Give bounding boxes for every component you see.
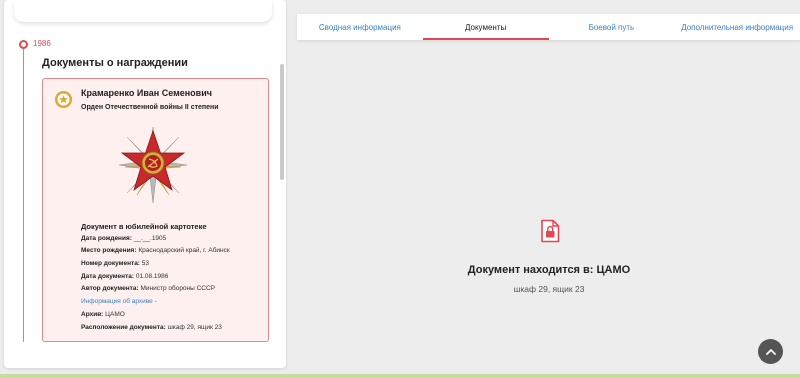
archive-info-link-label[interactable]: Информация об архиве: [81, 298, 153, 305]
document-location-title: Документ находится в: ЦАМО: [467, 264, 631, 276]
field-label: Расположение документа:: [81, 324, 166, 331]
person-name: Крамаренко Иван Семенович: [81, 88, 212, 98]
field-value: шкаф 29, ящик 23: [167, 324, 222, 331]
order-star-medal: [118, 126, 188, 204]
award-card[interactable]: Крамаренко Иван Семенович Орден Отечеств…: [42, 78, 269, 342]
field-doc-number: Номер документа: 53: [81, 260, 149, 267]
field-birth-date: Дата рождения: __.__.1905: [81, 235, 166, 242]
field-value: 01.08.1986: [135, 273, 169, 280]
tab-bar: Сводная информация Документы Боевой путь…: [297, 14, 800, 40]
chevron-up-icon: [765, 349, 776, 355]
award-badge-icon: [54, 90, 73, 109]
timeline-dot: [19, 40, 28, 49]
field-birth-place: Место рождения: Краснодарский край, г. А…: [81, 247, 230, 254]
archive-info-link[interactable]: Информация об архиве -: [81, 298, 157, 305]
locked-document-icon: [541, 219, 560, 243]
previous-card-edge: [14, 0, 272, 22]
tab-summary[interactable]: Сводная информация: [297, 14, 423, 40]
scroll-to-top-button[interactable]: [758, 339, 783, 364]
tab-documents[interactable]: Документы: [422, 14, 549, 40]
field-label: Архив:: [81, 311, 104, 318]
tab-additional-info[interactable]: Дополнительная информация: [674, 14, 800, 40]
field-doc-author: Автор документа: Министр обороны СССР: [81, 285, 215, 292]
document-title: Документ в юбилейной картотеке: [81, 222, 207, 231]
field-value: Краснодарский край, г. Абинск: [138, 247, 230, 254]
field-doc-date: Дата документа: 01.08.1986: [81, 273, 168, 280]
field-label: Место рождения:: [81, 247, 137, 254]
field-label: Дата рождения:: [81, 235, 132, 242]
footer-strip: [0, 374, 800, 378]
award-name: Орден Отечественной войны II степени: [81, 104, 219, 111]
timeline-line: [23, 46, 24, 342]
field-label: Номер документа:: [81, 260, 140, 267]
field-doc-location: Расположение документа: шкаф 29, ящик 23: [81, 324, 222, 331]
field-value: __.__.1905: [133, 235, 167, 242]
timeline-year: 1986: [33, 39, 51, 48]
field-value: ЦАМО: [105, 311, 125, 318]
field-archive: Архив: ЦАМО: [81, 311, 125, 318]
field-value: Министр обороны СССР: [140, 285, 216, 292]
tab-combat-path[interactable]: Боевой путь: [549, 14, 675, 40]
field-value: 53: [141, 260, 150, 267]
left-panel: 1986 Документы о награждении Крамаренко …: [4, 0, 286, 368]
section-title: Документы о награждении: [42, 57, 188, 69]
scrollbar-thumb[interactable]: [280, 64, 284, 180]
document-shelf: шкаф 29, ящик 23: [513, 284, 585, 294]
field-label: Дата документа:: [81, 273, 135, 280]
field-label: Автор документа:: [81, 285, 139, 292]
